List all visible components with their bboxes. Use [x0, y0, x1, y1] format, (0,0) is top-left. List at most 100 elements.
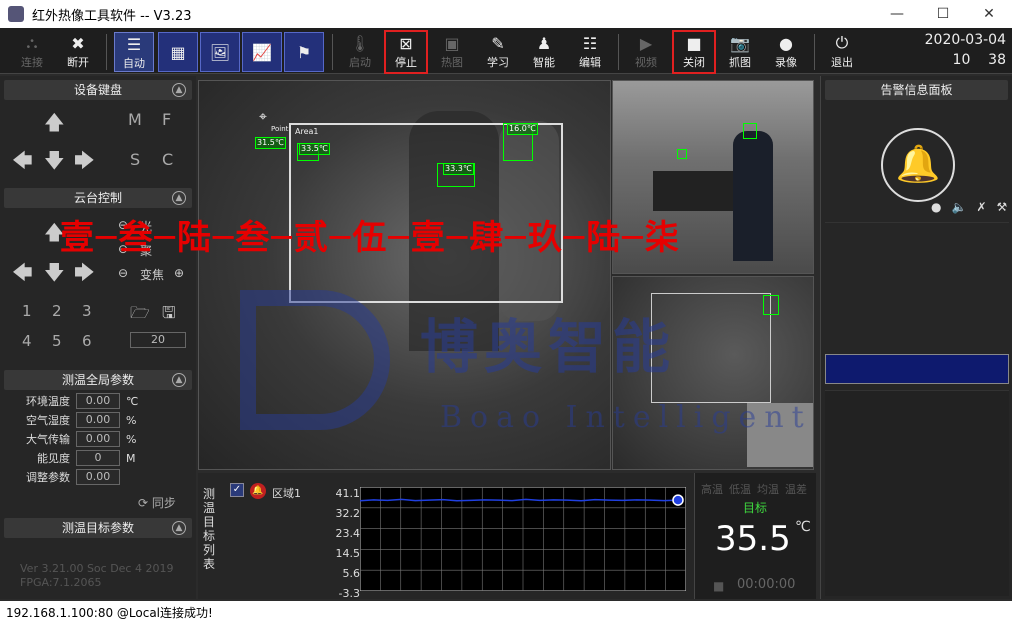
collapse-icon[interactable]: ▲ [172, 83, 186, 97]
camera-icon: 📷 [730, 33, 750, 53]
param-adjust: 调整参数 0.00 [10, 468, 126, 486]
ptz-down-arrow-icon[interactable]: 🡇 [44, 258, 65, 292]
company-logo [240, 290, 390, 430]
sync-button[interactable]: ⟳ 同步 [138, 494, 176, 511]
thermometer-icon: 🌡 [349, 33, 371, 53]
exit-label: 退出 [831, 56, 853, 69]
image-view-button[interactable]: 🖼 [200, 32, 240, 72]
connect-button[interactable]: ⛬ 连接 [12, 32, 52, 72]
trend-endpoint[interactable] [672, 494, 684, 506]
keyboard-section-header[interactable]: 设备键盘 ▲ [4, 80, 192, 100]
alarm-active-bar[interactable] [825, 354, 1009, 384]
zoom-minus-icon[interactable]: ⊖ [118, 266, 128, 280]
tab-diff[interactable]: 温差 [785, 481, 807, 497]
disconnect-button[interactable]: ✖ 断开 [58, 32, 98, 72]
preset-value-field[interactable]: 20 [130, 332, 186, 348]
y-tick-label: 14.5 [335, 547, 361, 560]
key-s[interactable]: S [130, 150, 140, 169]
close-window-button[interactable]: ✕ [966, 0, 1012, 28]
zoom-label: 变焦 [140, 268, 165, 282]
param-field[interactable]: 0.00 [76, 469, 120, 485]
crosshair-icon[interactable]: ⌖ [259, 109, 267, 125]
param-label: 能见度 [37, 452, 70, 465]
tab-avg[interactable]: 均温 [757, 481, 779, 497]
param-unit: ℃ [126, 394, 139, 408]
smart-button[interactable]: ♟ 智能 [524, 32, 564, 72]
hour-text: 10 [952, 52, 971, 68]
param-field[interactable]: 0.00 [76, 412, 120, 428]
param-field[interactable]: 0.00 [76, 431, 120, 447]
save-icon[interactable]: 🖫 [162, 302, 176, 329]
zoom-plus-icon[interactable]: ⊕ [174, 266, 184, 280]
collapse-icon[interactable]: ▲ [172, 521, 186, 535]
param-unit: % [126, 432, 137, 446]
tab-high[interactable]: 高温 [701, 481, 723, 497]
y-tick-label: 41.1 [335, 487, 361, 500]
mic-icon[interactable]: ● [931, 200, 941, 214]
flag-view-button[interactable]: ⚑ [284, 32, 324, 72]
param-field[interactable]: 0.00 [76, 393, 120, 409]
start-button[interactable]: 🌡 启动 [340, 32, 380, 72]
preset-1[interactable]: 1 [22, 302, 32, 320]
global-params-header[interactable]: 测温全局参数 ▲ [4, 370, 192, 390]
minute-text: 38 [988, 52, 1006, 68]
checkbox-icon[interactable]: ✓ [230, 483, 244, 497]
exit-button[interactable]: ⏻ 退出 [822, 32, 862, 72]
ptz-left-arrow-icon[interactable]: 🡄 [12, 258, 33, 292]
chart-view-button[interactable]: 📈 [242, 32, 282, 72]
target-box [763, 295, 779, 315]
auto-label: 自动 [123, 57, 145, 70]
auto-button[interactable]: ☰ 自动 [114, 32, 154, 72]
chart-y-axis: 41.1 32.2 23.4 14.5 5.6 -3.3 [328, 487, 361, 600]
record-button[interactable]: ● 录像 [766, 32, 806, 72]
collapse-icon[interactable]: ▲ [172, 191, 186, 205]
region-label[interactable]: 区域1 [272, 485, 301, 501]
target-box [743, 123, 757, 139]
down-arrow-icon[interactable]: 🡇 [44, 146, 65, 180]
key-f[interactable]: F [162, 110, 171, 129]
minimize-button[interactable]: — [874, 0, 920, 28]
left-arrow-icon[interactable]: 🡄 [12, 146, 33, 180]
power-icon: ⏻ [835, 33, 849, 52]
ptz-right-arrow-icon[interactable]: 🡆 [74, 258, 95, 292]
date-text: 2020-03-04 [924, 32, 1006, 48]
preset-3[interactable]: 3 [82, 302, 92, 320]
capture-button[interactable]: 📷 抓图 [720, 32, 760, 72]
alarm-panel: 告警信息面板 🔔 ● 🔈 ✗ ⚒ [820, 76, 1012, 599]
ptz-section-header[interactable]: 云台控制 ▲ [4, 188, 192, 208]
preset-6[interactable]: 6 [82, 332, 92, 350]
temperature-unit: ℃ [795, 519, 811, 535]
tab-low[interactable]: 低温 [729, 481, 751, 497]
param-field[interactable]: 0 [76, 450, 120, 466]
thermal-button[interactable]: ▣ 热图 [432, 32, 472, 72]
target-params-header[interactable]: 测温目标参数 ▲ [4, 518, 192, 538]
target-params-title: 测温目标参数 [61, 521, 134, 535]
hammer-icon[interactable]: ⚒ [997, 200, 1008, 214]
stop-button[interactable]: ⊠ 停止 [384, 30, 428, 74]
grid-view-button[interactable]: ▦ [158, 32, 198, 72]
right-arrow-icon[interactable]: 🡆 [74, 146, 95, 180]
bell-icon[interactable]: 🔔 [881, 128, 955, 202]
collapse-icon[interactable]: ▲ [172, 373, 186, 387]
maximize-button[interactable]: ☐ [920, 0, 966, 28]
alarm-list[interactable] [825, 222, 1009, 350]
edit-button[interactable]: ☷ 编辑 [570, 32, 610, 72]
video-button[interactable]: ▶ 视频 [626, 32, 666, 72]
alarm-bell-icon[interactable]: 🔔 [250, 483, 266, 499]
key-c[interactable]: C [162, 150, 173, 169]
param-unit: M [126, 451, 136, 465]
preset-5[interactable]: 5 [52, 332, 62, 350]
speaker-icon[interactable]: 🔈 [951, 200, 966, 214]
up-arrow-icon[interactable]: 🡅 [44, 108, 65, 142]
disconnect-label: 断开 [67, 56, 89, 69]
mute-icon[interactable]: ✗ [976, 200, 986, 214]
preset-4[interactable]: 4 [22, 332, 32, 350]
preset-2[interactable]: 2 [52, 302, 62, 320]
learn-button[interactable]: ✎ 学习 [478, 32, 518, 72]
y-tick-label: -3.3 [338, 587, 360, 600]
folder-icon[interactable]: 🗁 [130, 302, 150, 329]
fpga-text: FPGA:7.1.2065 [20, 576, 102, 589]
off-button[interactable]: ■ 关闭 [672, 30, 716, 74]
key-m[interactable]: M [128, 110, 142, 129]
start-label: 启动 [349, 56, 371, 69]
